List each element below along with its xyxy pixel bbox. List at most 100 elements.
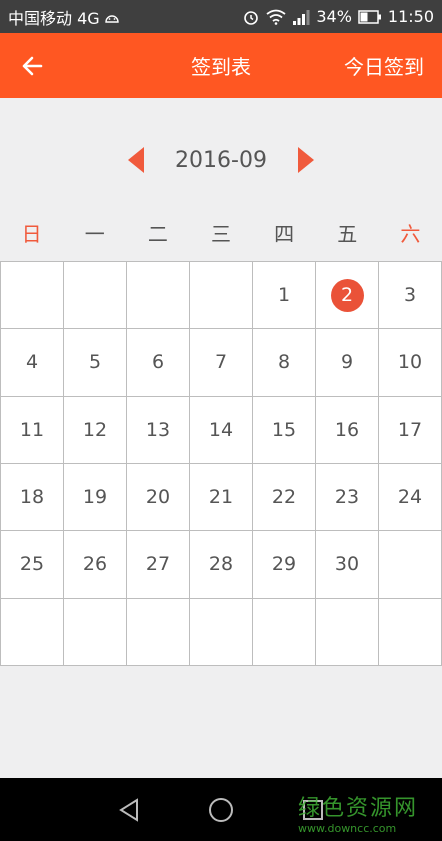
calendar-cell[interactable]: 9 (316, 329, 379, 397)
calendar-cell[interactable]: 1 (253, 262, 316, 330)
nav-recents-button[interactable] (300, 797, 326, 823)
status-bar: 中国移动 4G 34% 11:50 (0, 0, 442, 33)
calendar-cell[interactable]: 30 (316, 531, 379, 599)
system-nav-bar (0, 778, 442, 841)
calendar-cell[interactable]: 10 (379, 329, 442, 397)
calendar-cell[interactable]: 28 (190, 531, 253, 599)
day-number: 28 (208, 553, 234, 576)
calendar-cell[interactable]: 6 (127, 329, 190, 397)
calendar-cell[interactable]: 17 (379, 396, 442, 464)
calendar-cell (316, 598, 379, 666)
day-number (394, 615, 427, 648)
circle-home-icon (209, 797, 233, 822)
wifi-icon (266, 9, 286, 25)
calendar-cell[interactable]: 16 (316, 396, 379, 464)
day-number: 6 (151, 351, 165, 374)
calendar-cell[interactable]: 23 (316, 464, 379, 532)
weekday-friday: 五 (337, 222, 358, 246)
day-number: 20 (145, 486, 171, 509)
calendar-cell[interactable]: 24 (379, 464, 442, 532)
day-number: 9 (340, 351, 354, 374)
calendar-cell[interactable]: 12 (64, 396, 127, 464)
day-number: 5 (88, 351, 102, 374)
calendar-cell[interactable]: 15 (253, 396, 316, 464)
day-number: 15 (271, 418, 297, 441)
day-number: 30 (334, 553, 360, 576)
weekday-sunday: 日 (21, 222, 42, 246)
calendar-cell[interactable]: 8 (253, 329, 316, 397)
day-number: 4 (25, 351, 39, 374)
calendar-cell-checked[interactable]: 2 (316, 262, 379, 330)
day-number: 8 (277, 351, 291, 374)
calendar-cell[interactable]: 18 (1, 464, 64, 532)
day-number: 17 (397, 418, 423, 441)
calendar-cell[interactable]: 19 (64, 464, 127, 532)
day-number (205, 615, 238, 648)
day-number: 27 (145, 553, 171, 576)
calendar-cell[interactable]: 5 (64, 329, 127, 397)
calendar-cell (190, 598, 253, 666)
calendar-cell[interactable]: 22 (253, 464, 316, 532)
day-number: 14 (208, 418, 234, 441)
day-number: 3 (403, 284, 417, 307)
day-number (331, 615, 364, 648)
android-icon (104, 11, 120, 23)
back-button[interactable] (0, 33, 64, 98)
calendar-cell (127, 262, 190, 330)
weekday-wednesday: 三 (210, 222, 231, 246)
day-number: 12 (82, 418, 108, 441)
day-number: 2 (330, 278, 364, 312)
calendar-cell[interactable]: 4 (1, 329, 64, 397)
month-navigator: 2016-09 (0, 140, 442, 180)
day-number: 24 (397, 486, 423, 509)
checkin-button[interactable]: 今日签到 (344, 51, 442, 80)
calendar-grid: 1 2 3 4 5 6 7 8 9 10 11 12 13 14 15 16 17 18 19 20 21 22 23 24 2… (0, 261, 442, 666)
day-number: 7 (214, 351, 228, 374)
calendar-cell (64, 598, 127, 666)
day-number: 19 (82, 486, 108, 509)
triangle-right-icon (298, 147, 314, 173)
day-number: 25 (19, 553, 45, 576)
weekday-tuesday: 二 (147, 222, 168, 246)
calendar-cell[interactable]: 29 (253, 531, 316, 599)
nav-home-button[interactable] (208, 797, 234, 823)
day-number: 10 (397, 351, 423, 374)
prev-month-button[interactable] (126, 146, 146, 174)
calendar-cell[interactable]: 21 (190, 464, 253, 532)
day-number: 23 (334, 486, 360, 509)
calendar-cell (379, 598, 442, 666)
calendar-cell (127, 598, 190, 666)
calendar-cell[interactable]: 7 (190, 329, 253, 397)
day-number (16, 279, 49, 312)
calendar-cell[interactable]: 11 (1, 396, 64, 464)
day-number: 16 (334, 418, 360, 441)
next-month-button[interactable] (296, 146, 316, 174)
day-number (79, 615, 112, 648)
calendar-cell[interactable]: 3 (379, 262, 442, 330)
calendar-cell (253, 598, 316, 666)
calendar-cell[interactable]: 26 (64, 531, 127, 599)
weekday-saturday: 六 (400, 222, 421, 246)
nav-back-button[interactable] (116, 797, 142, 823)
calendar-cell[interactable]: 27 (127, 531, 190, 599)
battery-percent: 34% (316, 7, 352, 26)
square-recents-icon (303, 799, 323, 820)
calendar-cell[interactable]: 13 (127, 396, 190, 464)
app-bar: 签到表 今日签到 (0, 33, 442, 98)
calendar-cell[interactable]: 25 (1, 531, 64, 599)
carrier-label: 中国移动 4G (8, 8, 100, 28)
day-number (394, 548, 427, 581)
calendar-cell[interactable]: 20 (127, 464, 190, 532)
day-number: 22 (271, 486, 297, 509)
calendar-cell (379, 531, 442, 599)
day-number: 29 (271, 553, 297, 576)
day-number (79, 279, 112, 312)
month-label: 2016-09 (175, 147, 267, 173)
calendar-cell (1, 598, 64, 666)
day-number (205, 279, 238, 312)
calendar-cell[interactable]: 14 (190, 396, 253, 464)
battery-icon (358, 9, 382, 24)
day-number (16, 615, 49, 648)
weekday-thursday: 四 (274, 222, 295, 246)
day-number (142, 615, 175, 648)
